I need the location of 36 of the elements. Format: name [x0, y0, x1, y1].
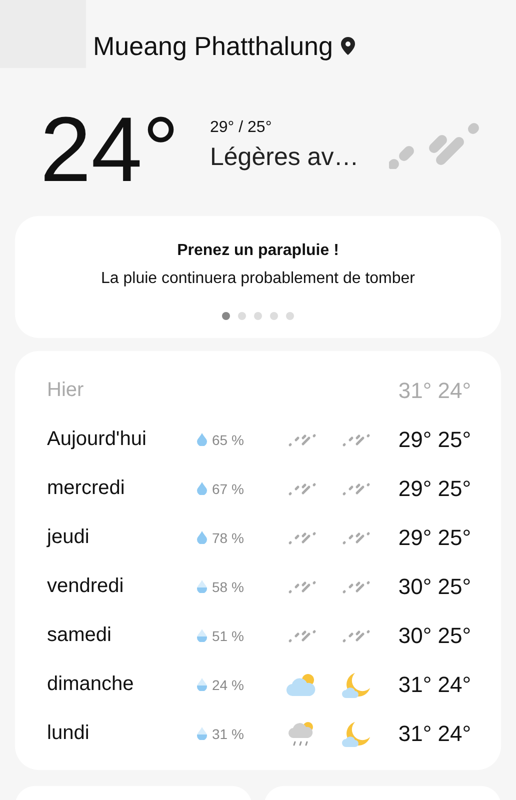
day-label: mercredi: [47, 477, 126, 500]
rain-chance: 51 %: [212, 628, 244, 644]
rain-chance: 24 %: [212, 676, 244, 692]
rain-chance: 31 %: [212, 726, 244, 742]
tip-title: Prenez un parapluie !: [177, 242, 339, 260]
weather-condition: Légères av…: [210, 142, 359, 172]
page-dot[interactable]: [238, 312, 246, 320]
page-dot[interactable]: [254, 312, 262, 320]
rain-icon: [388, 121, 481, 169]
rain-chance: 65 %: [212, 432, 244, 448]
high-low-temperature: 31° 24°: [398, 672, 471, 698]
rain-chance: 67 %: [212, 480, 244, 496]
day-label: samedi: [47, 624, 112, 647]
high-low-temperature: 31° 24°: [398, 720, 471, 746]
location-title: Mueang Phatthalung: [93, 30, 333, 62]
location-pin-icon: [340, 37, 355, 55]
high-low-temperature: 29° 25°: [398, 476, 471, 502]
high-low-temperature: 31° 24°: [398, 378, 471, 404]
day-label: Hier: [47, 379, 85, 402]
high-low-temperature: 29° 25°: [398, 524, 471, 550]
rain-chance: 78 %: [212, 530, 244, 546]
page-dot[interactable]: [286, 312, 294, 320]
tip-text: La pluie continuera probablement de tomber: [101, 270, 415, 288]
page-dot[interactable]: [222, 312, 230, 320]
high-low-temperature: 29° / 25°: [210, 118, 273, 136]
day-label: dimanche: [47, 673, 135, 696]
day-label: vendredi: [47, 575, 125, 598]
day-label: lundi: [47, 722, 90, 745]
rain-chance: 58 %: [212, 578, 244, 594]
day-label: Aujourd'hui: [47, 428, 148, 451]
current-temperature: 24°: [40, 100, 180, 200]
page-dot[interactable]: [270, 312, 278, 320]
high-low-temperature: 30° 25°: [398, 622, 471, 648]
high-low-temperature: 29° 25°: [398, 426, 471, 452]
day-label: jeudi: [47, 526, 90, 549]
high-low-temperature: 30° 25°: [398, 574, 471, 600]
